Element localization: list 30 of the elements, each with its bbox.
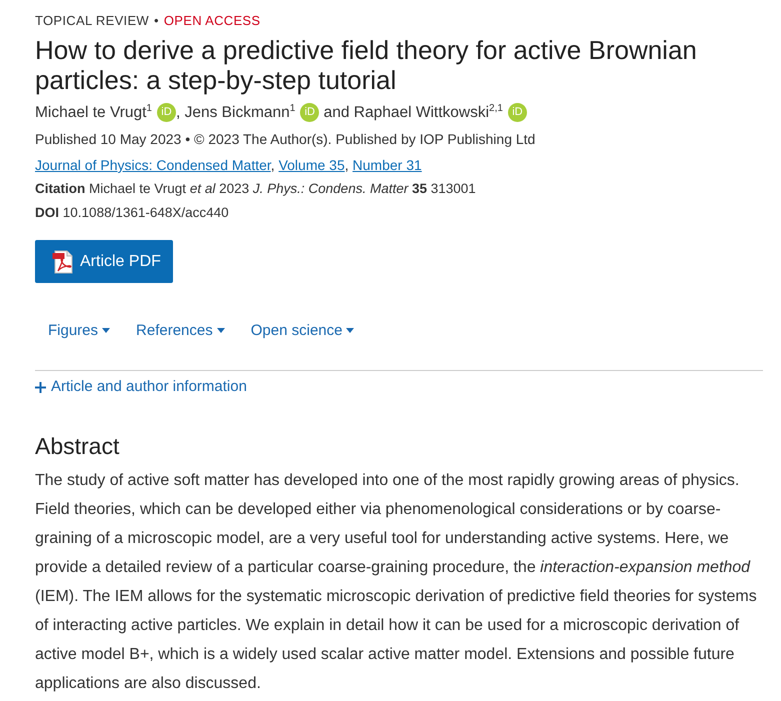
citation-text: Michael te Vrugt et al 2023 J. Phys.: Condens. Matter 35 313001 bbox=[89, 181, 476, 196]
dropdown-tab[interactable]: Figures bbox=[35, 315, 124, 345]
open-access-label: OPEN ACCESS bbox=[164, 12, 260, 30]
article-info-toggle[interactable]: Article and author information bbox=[35, 377, 247, 397]
article-type-label: TOPICAL REVIEW bbox=[35, 12, 150, 30]
link-separator: , bbox=[270, 157, 275, 173]
volume-link[interactable]: Volume 35 bbox=[278, 157, 345, 173]
author-name[interactable]: Jens Bickmann$^{1}$ bbox=[184, 104, 296, 121]
journal-link[interactable]: Journal of Physics: Condensed Matter bbox=[35, 157, 271, 173]
issue-link[interactable]: Number 31 bbox=[352, 157, 422, 173]
author-separator: , bbox=[176, 104, 180, 121]
caret-icon bbox=[216, 328, 225, 332]
caret-icon bbox=[102, 328, 110, 332]
abstract-text: The study of active soft matter has developed into one of the most rapidly growing areas of physics. Field theories, which can be developed either via phenomenological considerations or by coarse-graining of a microscopic model, are a very useful tool for understanding active systems. Here, we provide a detailed review of a particular coarse-graining procedure, the interaction-expansion method (IEM). The IEM allows for the systematic microscopic derivation of predictive field theories for systems of interacting active particles. We explain in detail how it can be used for a microscopic derivation of active model B+, which is a widely used scalar active matter model. Extensions and possible future applications are also discussed. bbox=[35, 471, 758, 694]
citation-label: Citation bbox=[35, 181, 86, 196]
dropdown-tab[interactable]: References bbox=[123, 315, 238, 345]
caret-icon bbox=[346, 328, 354, 332]
bullet-separator: • bbox=[154, 12, 159, 30]
article-pdf-button[interactable]: Article PDF bbox=[35, 240, 173, 283]
doi-value: 10.1088/1361-648X/acc440 bbox=[62, 205, 229, 220]
abstract-heading: Abstract bbox=[35, 432, 120, 461]
author-name[interactable]: Michael te Vrugt$^{1}$ bbox=[35, 104, 152, 121]
author-separator: and bbox=[324, 104, 350, 121]
article-title: How to derive a predictive field theory for active Brownian particles: a step-by-step tutorial bbox=[35, 35, 698, 95]
doi-label: DOI bbox=[35, 205, 60, 220]
author-name[interactable]: Raphael Wittkowski$^{2,1}$ bbox=[354, 104, 503, 121]
link-separator: , bbox=[344, 157, 349, 173]
publication-info: Published 10 May 2023 • © 2023 The Author(s). Published by IOP Publishing Ltd bbox=[35, 130, 536, 149]
dropdown-tab[interactable]: Open science bbox=[238, 315, 368, 345]
pdf-file-icon bbox=[52, 250, 74, 274]
